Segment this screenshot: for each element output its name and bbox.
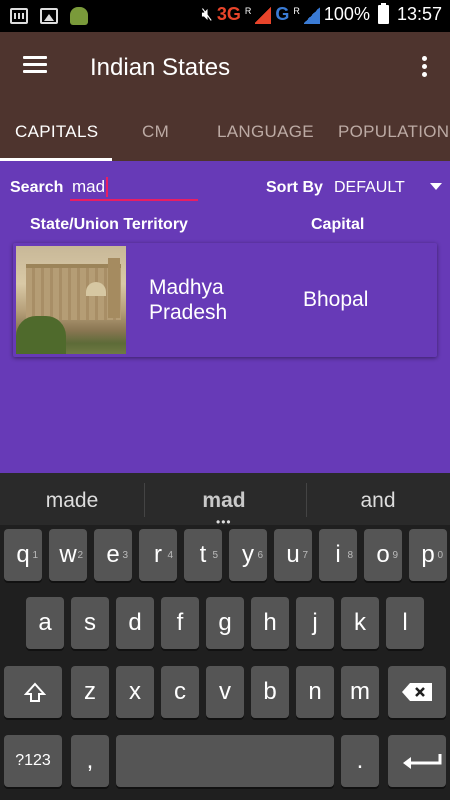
network-3g-label: 3G bbox=[216, 4, 241, 24]
column-header-state: State/Union Territory bbox=[30, 216, 188, 233]
key-j[interactable]: j bbox=[296, 597, 334, 649]
sort-label: Sort By bbox=[266, 179, 323, 196]
status-bar: 🔇︎ 3G R G R 100% 13:57 bbox=[0, 0, 450, 32]
text-cursor bbox=[106, 177, 108, 197]
key-l[interactable]: l bbox=[386, 597, 424, 649]
android-debug-icon bbox=[70, 7, 88, 25]
suggestion-right[interactable]: and bbox=[308, 489, 448, 513]
signal-strength-icon-1 bbox=[255, 5, 272, 24]
key-x[interactable]: x bbox=[116, 666, 154, 718]
network-g-label: G bbox=[275, 4, 290, 24]
tab-capitals[interactable]: CAPITALS bbox=[15, 122, 98, 142]
key-y[interactable]: 6y bbox=[229, 529, 267, 581]
result-card[interactable]: Madhya Pradesh Bhopal bbox=[13, 243, 437, 357]
tab-bar: CAPITALS CM LANGUAGE POPULATION bbox=[0, 104, 450, 161]
symbols-key[interactable]: ?123 bbox=[4, 735, 62, 787]
key-z[interactable]: z bbox=[71, 666, 109, 718]
key-c[interactable]: c bbox=[161, 666, 199, 718]
tab-language[interactable]: LANGUAGE bbox=[217, 122, 314, 142]
roaming-indicator-1: R bbox=[244, 5, 252, 16]
shift-key[interactable] bbox=[4, 666, 62, 718]
capitals-panel: Search Sort By DEFAULT State/Union Terri… bbox=[0, 161, 450, 473]
key-p[interactable]: 0p bbox=[409, 529, 447, 581]
key-w[interactable]: 2w bbox=[49, 529, 87, 581]
roaming-indicator-2: R bbox=[293, 5, 300, 16]
key-i[interactable]: 8i bbox=[319, 529, 357, 581]
battery-icon bbox=[377, 3, 389, 24]
key-f[interactable]: f bbox=[161, 597, 199, 649]
suggestion-left[interactable]: made bbox=[2, 489, 142, 513]
suggestion-strip: made mad ••• and bbox=[0, 473, 450, 529]
key-v[interactable]: v bbox=[206, 666, 244, 718]
key-g[interactable]: g bbox=[206, 597, 244, 649]
key-e[interactable]: 3e bbox=[94, 529, 132, 581]
key-m[interactable]: m bbox=[341, 666, 379, 718]
key-a[interactable]: a bbox=[26, 597, 64, 649]
tab-cm[interactable]: CM bbox=[142, 122, 169, 142]
key-t[interactable]: 5t bbox=[184, 529, 222, 581]
backspace-icon bbox=[402, 683, 432, 701]
suggestion-center[interactable]: mad bbox=[154, 489, 294, 513]
period-key[interactable]: . bbox=[341, 735, 379, 787]
key-b[interactable]: b bbox=[251, 666, 289, 718]
enter-icon bbox=[403, 754, 442, 769]
search-input[interactable] bbox=[70, 175, 198, 201]
key-k[interactable]: k bbox=[341, 597, 379, 649]
enter-key[interactable] bbox=[388, 735, 446, 787]
key-r[interactable]: 4r bbox=[139, 529, 177, 581]
backspace-key[interactable] bbox=[388, 666, 446, 718]
signal-strength-icon-2 bbox=[303, 5, 320, 24]
sort-dropdown[interactable]: DEFAULT bbox=[334, 177, 446, 201]
state-thumbnail-image bbox=[16, 246, 126, 354]
key-d[interactable]: d bbox=[116, 597, 154, 649]
key-n[interactable]: n bbox=[296, 666, 334, 718]
dropdown-arrow-icon bbox=[430, 183, 442, 190]
overflow-menu-icon[interactable] bbox=[422, 56, 428, 80]
key-q[interactable]: 1q bbox=[4, 529, 42, 581]
key-s[interactable]: s bbox=[71, 597, 109, 649]
comma-key[interactable]: , bbox=[71, 735, 109, 787]
mute-icon: 🔇︎ bbox=[201, 4, 213, 24]
battery-percent: 100% bbox=[323, 4, 370, 24]
menu-icon[interactable] bbox=[23, 56, 47, 74]
tab-population[interactable]: POPULATION bbox=[338, 122, 449, 142]
column-header-capital: Capital bbox=[311, 216, 365, 233]
key-h[interactable]: h bbox=[251, 597, 289, 649]
space-key[interactable] bbox=[116, 735, 334, 787]
soft-keyboard: made mad ••• and 1q2w3e4r5t6y7u8i9o0p asd… bbox=[0, 473, 450, 800]
clock: 13:57 bbox=[396, 4, 442, 24]
image-notification-icon bbox=[40, 8, 58, 24]
key-o[interactable]: 9o bbox=[364, 529, 402, 581]
state-name: Madhya Pradesh bbox=[149, 276, 228, 324]
app-title: Indian States bbox=[90, 54, 231, 81]
sort-selected-value: DEFAULT bbox=[334, 179, 405, 196]
app-bar: Indian States bbox=[0, 32, 450, 104]
more-suggestions-icon: ••• bbox=[216, 515, 232, 529]
keyboard-notification-icon bbox=[10, 8, 28, 24]
key-u[interactable]: 7u bbox=[274, 529, 312, 581]
search-label: Search bbox=[10, 179, 64, 196]
shift-icon bbox=[24, 682, 46, 702]
capital-name: Bhopal bbox=[303, 288, 369, 311]
